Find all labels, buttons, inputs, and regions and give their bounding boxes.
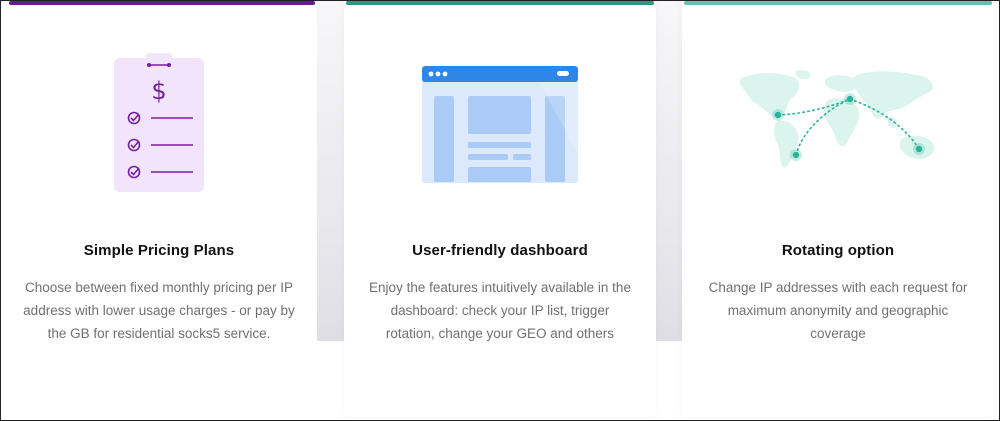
features-section: $ Simple Pricing Plans Choose between fi… [0, 0, 1000, 421]
card-description: Enjoy the features intuitively available… [369, 280, 631, 341]
card-gap-shadow [317, 1, 344, 341]
card-description: Change IP addresses with each request fo… [708, 280, 968, 341]
pricing-clipboard-icon: $ [1, 51, 317, 201]
card-accent-bar [684, 1, 992, 5]
card-accent-bar [9, 1, 315, 5]
world-map-icon [682, 69, 994, 219]
card-accent-bar [346, 1, 654, 5]
card-description: Choose between fixed monthly pricing per… [23, 280, 295, 341]
card-title: User-friendly dashboard [412, 242, 588, 259]
dashboard-window-icon [344, 64, 656, 214]
card-title: Simple Pricing Plans [83, 242, 235, 259]
card-gap-shadow [656, 1, 682, 341]
svg-text:$: $ [151, 77, 166, 105]
feature-card-rotating: Rotating option Change IP addresses with… [682, 1, 994, 417]
feature-card-dashboard: User-friendly dashboard Enjoy the featur… [344, 1, 656, 417]
card-title: Rotating option [781, 242, 895, 259]
feature-card-pricing: $ Simple Pricing Plans Choose between fi… [1, 1, 317, 417]
